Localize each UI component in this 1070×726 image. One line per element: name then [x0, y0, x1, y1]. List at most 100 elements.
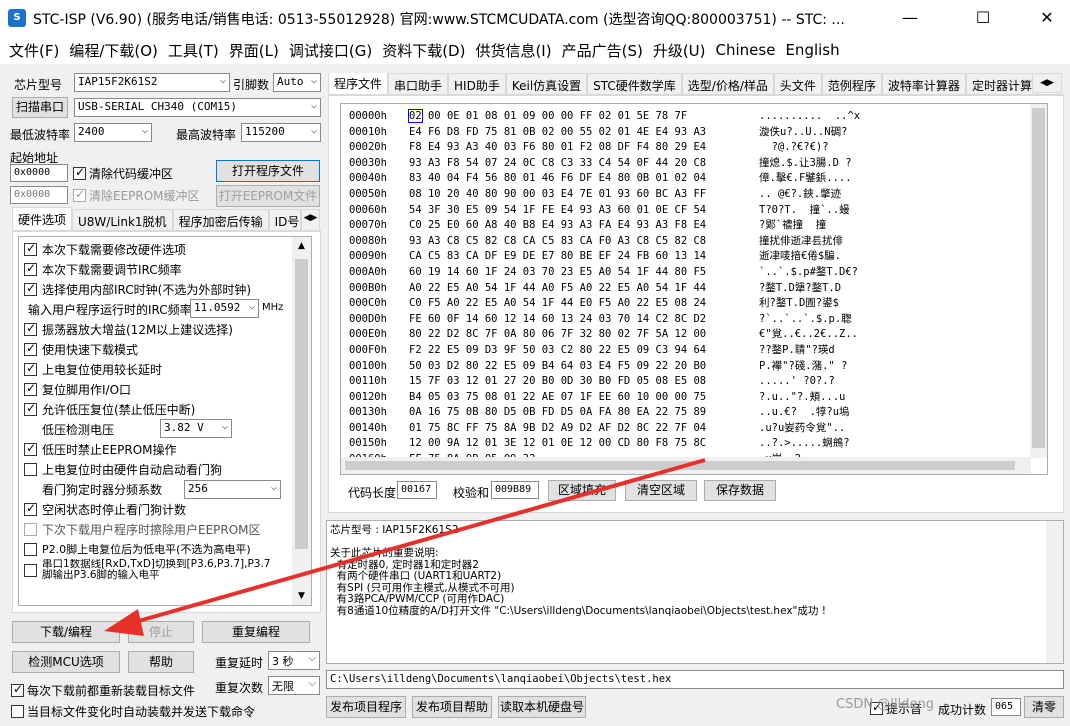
checkbox[interactable]	[24, 501, 37, 516]
right-tab[interactable]: Keil仿真设置	[505, 73, 588, 94]
clear-region-button[interactable]: 清空区域	[625, 480, 697, 501]
option-erase-eeprom[interactable]: 下次下载用户程序时擦除用户EEPROM区	[24, 519, 261, 539]
checkbox[interactable]	[24, 281, 37, 296]
hex-hscroll[interactable]	[341, 457, 1031, 474]
pin-select[interactable]: Auto ⌵	[273, 73, 321, 92]
detect-mcu-button[interactable]: 检测MCU选项	[12, 651, 120, 673]
checkbox[interactable]	[24, 401, 37, 416]
tab-u8w[interactable]: U8W/Link1脱机	[72, 209, 173, 230]
option-modify-hw[interactable]: 本次下载需要修改硬件选项	[24, 239, 186, 259]
right-tab[interactable]: 定时器计算	[965, 73, 1038, 94]
hex-bytes[interactable]: 01 75 8C FF 75 8A 9B D2 A9 D2 AF D2 8C 2…	[409, 421, 759, 437]
menu-item[interactable]: 文件(F)	[4, 40, 64, 61]
option-osc-gain[interactable]: 振荡器放大增益(12M以上建议选择)	[24, 319, 233, 339]
open-program-button[interactable]: 打开程序文件	[216, 160, 320, 182]
right-tab[interactable]: 程序文件	[328, 73, 389, 94]
hex-bytes[interactable]: C0 25 E0 60 A8 40 B8 E4 93 A3 FA E4 93 A…	[409, 218, 759, 234]
publish-program-button[interactable]: 发布项目程序	[326, 696, 406, 718]
maximize-button[interactable]: ☐	[960, 0, 1006, 36]
checkbox[interactable]	[24, 542, 37, 556]
menu-item[interactable]: 产品广告(S)	[557, 40, 648, 61]
right-tab[interactable]: 串口助手	[388, 73, 449, 94]
hex-bytes[interactable]: 02 00 0E 01 08 01 09 00 00 FF 02 01 5E 7…	[408, 109, 759, 125]
hex-bytes[interactable]: F8 E4 93 A3 40 03 F6 80 01 F2 08 DF F4 8…	[409, 140, 759, 156]
right-tab[interactable]: STC硬件数学库	[587, 73, 682, 94]
option-uart-switch[interactable]: 串口1数据线[RxD,TxD]切换到[P3.6,P3.7],P3.7脚输出P3.…	[24, 559, 272, 585]
hex-bytes[interactable]: F2 22 E5 09 D3 9F 50 03 C2 80 22 E5 09 C…	[409, 343, 759, 359]
checkbox[interactable]	[24, 321, 37, 336]
clear-eeprom-option[interactable]: 清除EEPROM缓冲区	[73, 187, 200, 204]
right-tab[interactable]: 选型/价格/样品	[681, 73, 774, 94]
clear-count-button[interactable]: 清零	[1024, 696, 1064, 718]
hex-bytes[interactable]: 12 00 9A 12 01 3E 12 01 0E 12 00 CD 80 F…	[409, 436, 759, 452]
hex-bytes[interactable]: A0 22 E5 A0 54 1F 44 A0 F5 A0 22 E5 A0 5…	[409, 281, 759, 297]
wdt-select[interactable]: 256 ⌵	[184, 480, 281, 499]
right-tab[interactable]: 头文件	[773, 73, 822, 94]
hex-bytes[interactable]: E4 F6 D8 FD 75 81 0B 02 00 55 02 01 4E E…	[409, 125, 759, 141]
menu-item[interactable]: 资料下载(D)	[377, 40, 470, 61]
min-baud-select[interactable]: 2400 ⌵	[74, 123, 152, 142]
scan-port-button[interactable]: 扫描串口	[12, 97, 68, 118]
hex-bytes[interactable]: 50 03 D2 80 22 E5 09 B4 64 03 E4 F5 09 2…	[409, 359, 759, 375]
menu-item[interactable]: 升级(U)	[648, 40, 711, 61]
option-lv-eeprom[interactable]: 低压时禁止EEPROM操作	[24, 439, 177, 459]
stop-button[interactable]: 停止	[128, 621, 194, 643]
option-idle-wdt[interactable]: 空闲状态时停止看门狗计数	[24, 499, 186, 519]
save-data-button[interactable]: 保存数据	[704, 480, 776, 501]
tab-encrypt[interactable]: 程序加密后传输	[172, 209, 269, 230]
reprogram-button[interactable]: 重复编程	[202, 621, 310, 643]
open-eeprom-button[interactable]: 打开EEPROM文件	[216, 185, 320, 207]
code-addr-input[interactable]: 0x0000	[10, 164, 68, 182]
menu-item[interactable]: Chinese	[711, 41, 781, 59]
max-baud-select[interactable]: 115200 ⌵	[241, 123, 321, 142]
right-tab[interactable]: 波特率计算器	[881, 73, 966, 94]
download-button[interactable]: 下载/编程	[12, 621, 120, 643]
checkbox[interactable]	[24, 462, 37, 476]
clear-code-checkbox[interactable]	[73, 165, 86, 180]
option-reset-io[interactable]: 复位脚用作I/O口	[24, 379, 131, 399]
hex-bytes[interactable]: 15 7F 03 12 01 27 20 B0 0D 30 B0 FD 05 0…	[409, 374, 759, 390]
tab-scroll-arrows[interactable]: ◀▶	[300, 209, 321, 230]
right-tab[interactable]: HID助手	[448, 73, 506, 94]
menu-item[interactable]: English	[780, 41, 844, 59]
option-long-delay[interactable]: 上电复位使用较长延时	[24, 359, 162, 379]
option-hw-watchdog[interactable]: 上电复位时由硬件自动启动看门狗	[24, 459, 222, 479]
minimize-button[interactable]: —	[887, 0, 933, 36]
menu-item[interactable]: 编程/下载(O)	[64, 40, 163, 61]
port-select[interactable]: USB-SERIAL CH340 (COM15) ⌵	[74, 98, 321, 117]
hex-bytes[interactable]: 83 40 04 F4 56 80 01 46 F6 DF E4 80 0B 0…	[409, 171, 759, 187]
checkbox[interactable]	[24, 564, 37, 577]
eeprom-addr-input[interactable]: 0x0000	[10, 186, 68, 204]
hex-bytes[interactable]: C0 F5 A0 22 E5 A0 54 1F 44 E0 F5 A0 22 E…	[409, 296, 759, 312]
checkbox[interactable]	[24, 381, 37, 396]
option-adjust-irc[interactable]: 本次下载需要调节IRC频率	[24, 259, 182, 279]
checkbox[interactable]	[24, 522, 37, 536]
clear-eeprom-checkbox[interactable]	[73, 187, 86, 202]
menu-item[interactable]: 调试接口(G)	[284, 40, 377, 61]
chip-select[interactable]: IAP15F2K61S2 ⌵	[74, 73, 230, 92]
irc-freq-select[interactable]: 11.0592 ⌵	[190, 299, 259, 318]
tab-id[interactable]: ID号	[268, 209, 301, 230]
option-p20-low[interactable]: P2.0脚上电复位后为低电平(不选为高电平)	[24, 539, 251, 559]
checkbox[interactable]	[24, 341, 37, 356]
checkbox[interactable]	[24, 361, 37, 376]
hex-bytes[interactable]: FE 60 0F 14 60 12 14 60 13 24 03 70 14 C…	[409, 312, 759, 328]
hex-bytes[interactable]: 80 22 D2 8C 7F 0A 80 06 7F 32 80 02 7F 5…	[409, 327, 759, 343]
right-tab[interactable]: 范例程序	[821, 73, 882, 94]
auto-send-option[interactable]: 当目标文件变化时自动装载并发送下载命令	[11, 703, 255, 720]
lv-voltage-select[interactable]: 3.82 V ⌵	[160, 419, 232, 438]
read-disk-button[interactable]: 读取本机硬盘号	[498, 696, 586, 718]
hex-bytes[interactable]: B4 05 03 75 08 01 22 AE 07 1F EE 60 10 0…	[409, 390, 759, 406]
publish-help-button[interactable]: 发布项目帮助	[412, 696, 492, 718]
fill-region-button[interactable]: 区域填充	[548, 480, 616, 501]
repeat-delay-select[interactable]: 3 秒 ⌵	[268, 651, 320, 670]
menu-item[interactable]: 供货信息(I)	[470, 40, 556, 61]
menu-item[interactable]: 工具(T)	[163, 40, 224, 61]
checkbox[interactable]	[24, 441, 37, 456]
hex-bytes[interactable]: 08 10 20 40 80 90 00 03 E4 7E 01 93 60 B…	[409, 187, 759, 203]
close-button[interactable]: ✕	[1024, 0, 1070, 36]
hex-bytes[interactable]: 0A 16 75 0B 80 D5 0B FD D5 0A FA 80 EA 2…	[409, 405, 759, 421]
log-scrollbar[interactable]	[1046, 521, 1063, 663]
hex-bytes[interactable]: 54 3F 30 E5 09 54 1F FE E4 93 A3 60 01 0…	[409, 203, 759, 219]
help-button[interactable]: 帮助	[128, 651, 194, 673]
